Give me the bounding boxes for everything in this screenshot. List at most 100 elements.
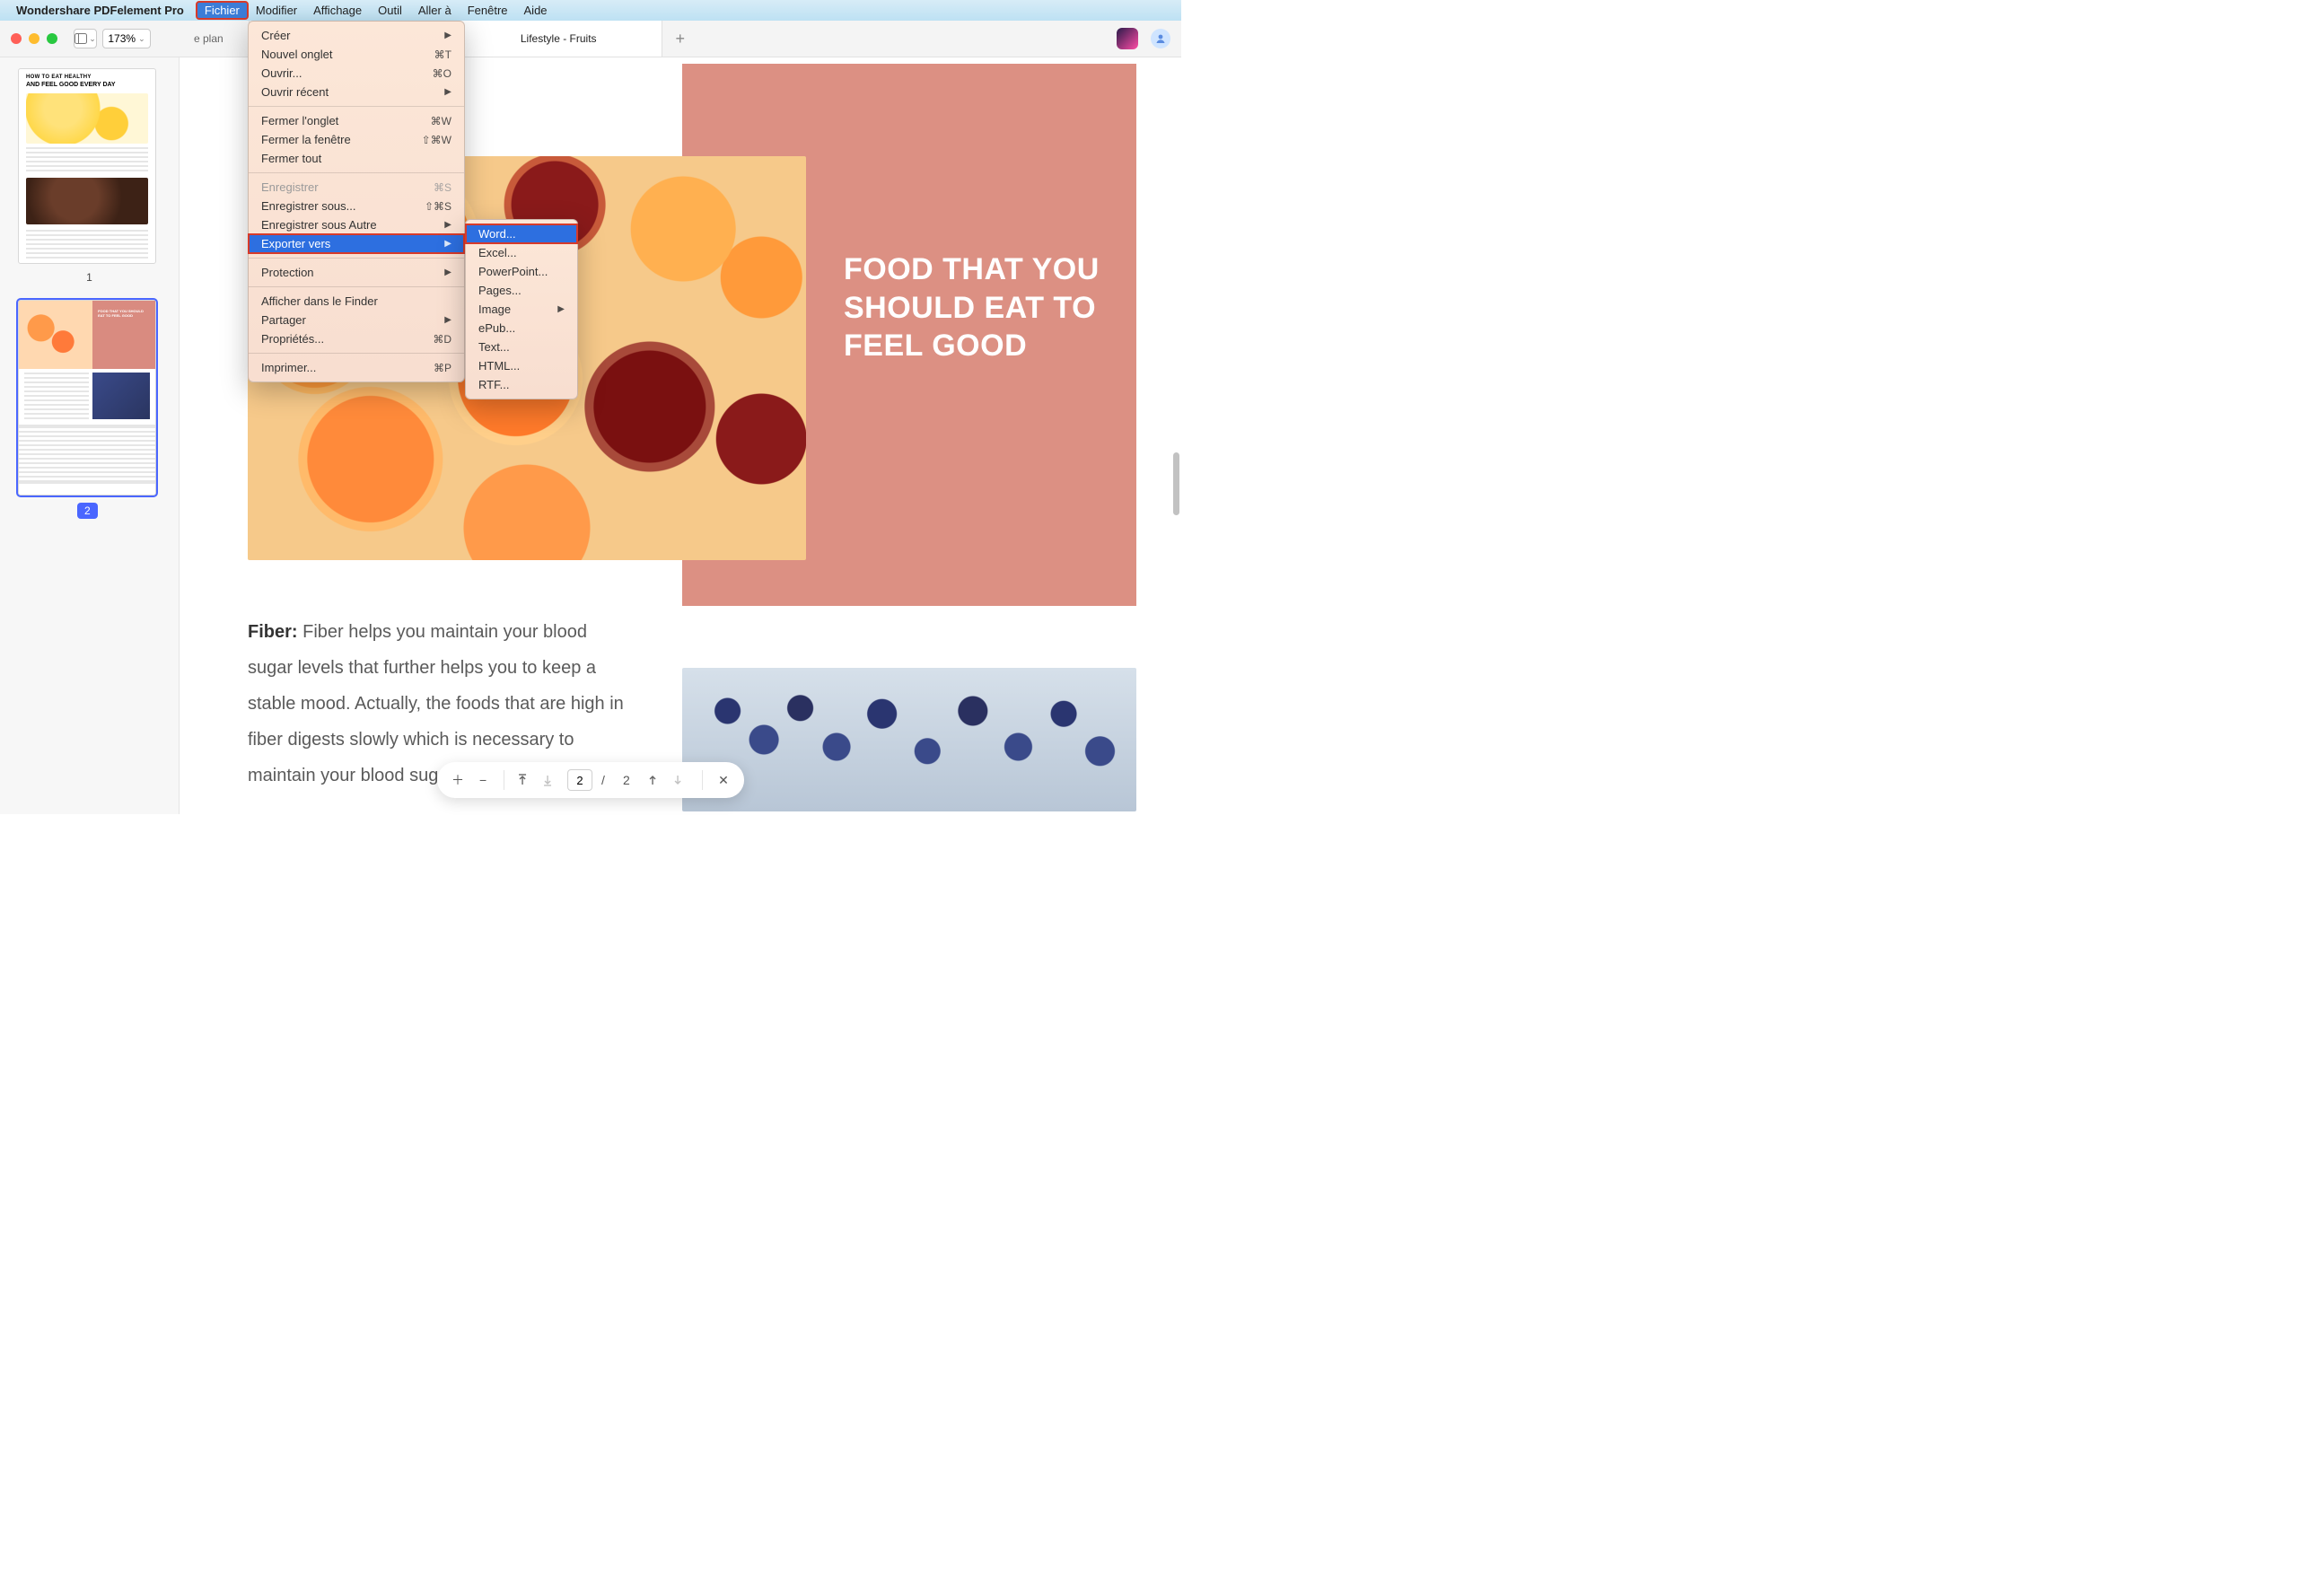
user-avatar[interactable] — [1151, 29, 1170, 48]
next-page-button[interactable] — [673, 775, 689, 785]
menu-outil[interactable]: Outil — [370, 2, 410, 19]
menu-item-enregistrer-sous[interactable]: Enregistrer sous...⇧⌘S — [249, 197, 464, 215]
menu-item-ouvrir-recent[interactable]: Ouvrir récent▶ — [249, 83, 464, 101]
tab-label: Lifestyle - Fruits — [521, 32, 597, 45]
separator — [702, 770, 703, 790]
menu-item-afficher-finder[interactable]: Afficher dans le Finder — [249, 292, 464, 311]
thumbnail-number-1: 1 — [18, 271, 161, 284]
thumbnail-page-1[interactable]: HOW TO EAT HEALTHY AND FEEL GOOD EVERY D… — [18, 68, 156, 264]
menu-item-export-html[interactable]: HTML... — [466, 356, 577, 375]
menu-fichier[interactable]: Fichier — [197, 2, 248, 19]
close-pager-button[interactable]: ✕ — [715, 773, 732, 788]
menu-item-imprimer[interactable]: Imprimer...⌘P — [249, 358, 464, 377]
thumb-title-1a: HOW TO EAT HEALTHY — [19, 69, 155, 82]
last-page-button[interactable] — [542, 774, 558, 786]
thumb-image-icon — [19, 301, 92, 369]
menubar: Wondershare PDFelement Pro Fichier Modif… — [0, 0, 1181, 21]
thumb-text-placeholder — [26, 230, 148, 260]
shortcut: ⌘W — [431, 115, 451, 127]
chevron-right-icon: ▶ — [444, 315, 451, 325]
chevron-right-icon: ▶ — [444, 220, 451, 230]
menu-aller-a[interactable]: Aller à — [410, 2, 460, 19]
tab-document-2[interactable]: Lifestyle - Fruits — [456, 21, 662, 57]
thumbnail-page-2[interactable]: FOOD THAT YOU SHOULD EAT TO FEEL GOOD — [18, 300, 156, 495]
thumb-text-placeholder — [24, 373, 89, 419]
prev-page-button[interactable] — [648, 775, 664, 785]
shortcut: ⌘D — [433, 333, 451, 346]
tab-label: e plan — [194, 32, 224, 45]
shortcut: ⌘P — [434, 362, 451, 374]
menu-item-enregistrer-sous-autre[interactable]: Enregistrer sous Autre▶ — [249, 215, 464, 234]
chevron-down-icon: ⌄ — [89, 34, 96, 44]
thumb-banner: FOOD THAT YOU SHOULD EAT TO FEEL GOOD — [92, 301, 155, 369]
menu-item-proprietes[interactable]: Propriétés...⌘D — [249, 329, 464, 348]
menu-item-export-powerpoint[interactable]: PowerPoint... — [466, 262, 577, 281]
menu-aide[interactable]: Aide — [516, 2, 556, 19]
menu-item-export-rtf[interactable]: RTF... — [466, 375, 577, 394]
zoom-in-button[interactable]: ＋ — [450, 771, 466, 789]
window-chrome: ⌄ 173% ⌄ e plan Lifestyle - Mountain Lif… — [0, 21, 1181, 57]
menu-item-nouvel-onglet[interactable]: Nouvel onglet⌘T — [249, 45, 464, 64]
menu-item-partager[interactable]: Partager▶ — [249, 311, 464, 329]
scrollbar-thumb[interactable] — [1173, 452, 1179, 515]
menu-item-creer[interactable]: Créer▶ — [249, 26, 464, 45]
thumbnail-sidebar: HOW TO EAT HEALTHY AND FEEL GOOD EVERY D… — [0, 57, 180, 814]
menu-item-exporter-vers[interactable]: Exporter vers▶ — [249, 234, 464, 253]
thumb-text-placeholder — [19, 423, 155, 486]
shortcut: ⌘T — [434, 48, 451, 61]
menu-separator — [249, 353, 464, 354]
first-page-button[interactable] — [517, 774, 533, 786]
menu-dropdown-exporter: Word... Excel... PowerPoint... Pages... … — [465, 219, 578, 399]
sidebar-toggle-button[interactable]: ⌄ — [74, 29, 97, 48]
menu-fenetre[interactable]: Fenêtre — [460, 2, 516, 19]
menu-item-export-text[interactable]: Text... — [466, 338, 577, 356]
menu-item-fermer-tout[interactable]: Fermer tout — [249, 149, 464, 168]
menu-item-export-excel[interactable]: Excel... — [466, 243, 577, 262]
traffic-lights — [11, 33, 57, 44]
doc-hero-text: FOOD THAT YOU SHOULD EAT TO FEEL GOOD — [844, 250, 1113, 365]
page-navigator: ＋ − / 2 ✕ — [437, 762, 744, 798]
menu-item-protection[interactable]: Protection▶ — [249, 263, 464, 282]
shortcut: ⌘S — [434, 181, 451, 194]
zoom-selector[interactable]: 173% ⌄ — [102, 29, 151, 48]
doc-secondary-image — [682, 668, 1136, 811]
chevron-right-icon: ▶ — [444, 87, 451, 97]
chevron-right-icon: ▶ — [444, 31, 451, 40]
shortcut: ⌘O — [433, 67, 451, 80]
menu-separator — [249, 172, 464, 173]
menu-item-export-pages[interactable]: Pages... — [466, 281, 577, 300]
thumb-image-icon — [92, 373, 150, 419]
doc-body-label: Fiber: — [248, 622, 298, 642]
menu-separator — [249, 106, 464, 107]
shortcut: ⇧⌘S — [425, 200, 451, 213]
new-tab-button[interactable]: + — [662, 21, 698, 57]
menu-item-export-word[interactable]: Word... — [466, 224, 577, 243]
chevron-right-icon: ▶ — [444, 239, 451, 249]
zoom-window-icon[interactable] — [47, 33, 57, 44]
brand-icon[interactable] — [1117, 28, 1138, 49]
menu-item-fermer-onglet[interactable]: Fermer l'onglet⌘W — [249, 111, 464, 130]
menu-item-fermer-fenetre[interactable]: Fermer la fenêtre⇧⌘W — [249, 130, 464, 149]
menu-separator — [249, 286, 464, 287]
sidebar-icon — [75, 33, 87, 44]
menu-dropdown-fichier: Créer▶ Nouvel onglet⌘T Ouvrir...⌘O Ouvri… — [248, 21, 465, 382]
shortcut: ⇧⌘W — [422, 134, 451, 146]
current-page-input[interactable] — [567, 769, 592, 791]
page-separator: / — [601, 773, 605, 787]
thumbnail-number-2: 2 — [77, 503, 98, 519]
total-pages: 2 — [614, 773, 639, 787]
tab-document-0[interactable]: e plan — [169, 21, 250, 57]
chevron-right-icon: ▶ — [557, 304, 565, 314]
menu-item-enregistrer: Enregistrer⌘S — [249, 178, 464, 197]
thumb-image-icon — [26, 93, 148, 144]
menu-item-export-epub[interactable]: ePub... — [466, 319, 577, 338]
menu-item-ouvrir[interactable]: Ouvrir...⌘O — [249, 64, 464, 83]
app-name[interactable]: Wondershare PDFelement Pro — [16, 4, 184, 17]
menu-affichage[interactable]: Affichage — [305, 2, 370, 19]
chevron-down-icon: ⌄ — [138, 34, 145, 44]
minimize-window-icon[interactable] — [29, 33, 39, 44]
menu-modifier[interactable]: Modifier — [248, 2, 305, 19]
close-window-icon[interactable] — [11, 33, 22, 44]
menu-item-export-image[interactable]: Image▶ — [466, 300, 577, 319]
zoom-out-button[interactable]: − — [475, 773, 491, 787]
